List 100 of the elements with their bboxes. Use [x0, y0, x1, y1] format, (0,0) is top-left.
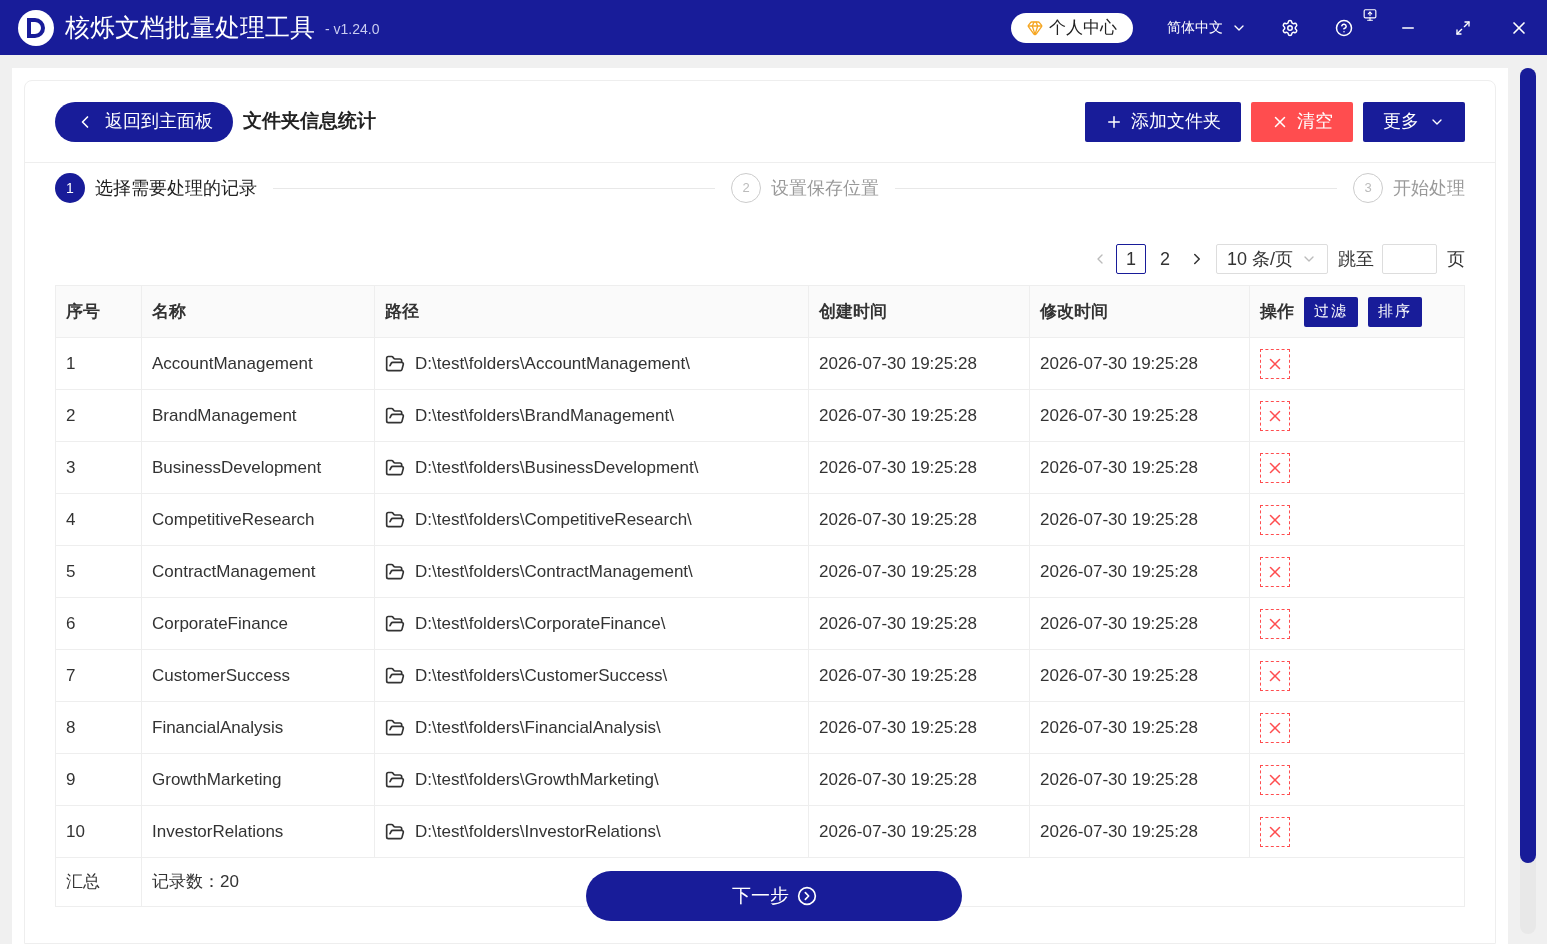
page-number[interactable]: 1 — [1116, 244, 1146, 274]
app-title: 核烁文档批量处理工具 — [65, 11, 315, 43]
table-cell-text: D:\test\folders\InvestorRelations\ — [415, 820, 661, 843]
delete-button[interactable] — [1260, 660, 1290, 691]
folder-icon — [385, 769, 405, 790]
back-button[interactable]: 返回到主面板 — [55, 101, 233, 142]
table-cell-text: 2026-07-30 19:25:28 — [1040, 612, 1198, 635]
table-cell-text: ContractManagement — [152, 560, 316, 583]
table-cell-text: D:\test\folders\AccountManagement\ — [415, 352, 690, 375]
app-version: - v1.24.0 — [325, 20, 380, 39]
app-logo-icon — [18, 9, 54, 46]
delete-button[interactable] — [1260, 504, 1290, 535]
delete-button[interactable] — [1260, 816, 1290, 847]
page-title: 文件夹信息统计 — [243, 109, 376, 134]
table-cell-text: 2026-07-30 19:25:28 — [1040, 508, 1198, 531]
table-cell-text: 2026-07-30 19:25:28 — [819, 560, 977, 583]
table-cell-text: D:\test\folders\ContractManagement\ — [415, 560, 693, 583]
table-cell-text: 2026-07-30 19:25:28 — [1040, 560, 1198, 583]
table-cell-text: 2026-07-30 19:25:28 — [1040, 456, 1198, 479]
more-button[interactable]: 更多 — [1363, 101, 1465, 142]
delete-button[interactable] — [1260, 452, 1290, 483]
table-cell-text: BusinessDevelopment — [152, 456, 322, 479]
table-cell-text: FinancialAnalysis — [152, 716, 284, 739]
maximize-icon[interactable] — [1455, 19, 1471, 36]
page-size-select[interactable]: 10 条/页 — [1216, 244, 1328, 274]
header-action-button[interactable]: 过滤 — [1304, 296, 1358, 327]
column-header: 创建时间 — [819, 300, 887, 323]
step-label: 设置保存位置 — [771, 176, 879, 200]
table-cell-text: 2026-07-30 19:25:28 — [1040, 716, 1198, 739]
table-cell-text: 2026-07-30 19:25:28 — [1040, 352, 1198, 375]
table-cell-text: CompetitiveResearch — [152, 508, 315, 531]
table-cell-text: D:\test\folders\CustomerSuccess\ — [415, 664, 668, 687]
table-cell-text: 10 — [66, 820, 85, 843]
screen-icon[interactable] — [1363, 7, 1377, 22]
table-cell-text: 2026-07-30 19:25:28 — [819, 456, 977, 479]
delete-button[interactable] — [1260, 400, 1290, 431]
table-cell-text: 2 — [66, 404, 76, 427]
jump-label: 跳至 — [1338, 247, 1374, 271]
folder-icon — [385, 457, 405, 478]
gem-icon — [1027, 19, 1043, 36]
table-cell-text: 2026-07-30 19:25:28 — [1040, 768, 1198, 791]
table-cell-text: InvestorRelations — [152, 820, 284, 843]
delete-button[interactable] — [1260, 556, 1290, 587]
folder-icon — [385, 665, 405, 686]
add-folder-button[interactable]: 添加文件夹 — [1085, 101, 1241, 142]
delete-button[interactable] — [1260, 712, 1290, 743]
table-cell-text: 1 — [66, 352, 76, 375]
folder-icon — [385, 509, 405, 530]
folder-icon — [385, 717, 405, 738]
delete-button[interactable] — [1260, 348, 1290, 379]
next-step-button[interactable]: 下一步 — [586, 871, 962, 921]
column-header: 修改时间 — [1040, 300, 1108, 323]
table-cell-text: 3 — [66, 456, 76, 479]
table-cell-text: 2026-07-30 19:25:28 — [819, 404, 977, 427]
arrow-circle-icon — [796, 886, 817, 906]
table-cell-text: 2026-07-30 19:25:28 — [819, 664, 977, 687]
table-cell-text: D:\test\folders\GrowthMarketing\ — [415, 768, 659, 791]
table-cell-text: CustomerSuccess — [152, 664, 290, 687]
jump-page-field[interactable] — [1382, 244, 1437, 274]
table-cell-text: D:\test\folders\BrandManagement\ — [415, 404, 674, 427]
language-select[interactable]: 简体中文 — [1167, 17, 1247, 38]
table-cell-text: 8 — [66, 716, 76, 739]
table-cell-text: AccountManagement — [152, 352, 313, 375]
table-cell-text: 2026-07-30 19:25:28 — [1040, 820, 1198, 843]
step-label: 开始处理 — [1393, 176, 1465, 200]
settings-icon[interactable] — [1281, 18, 1299, 37]
table-cell-text: 2026-07-30 19:25:28 — [819, 612, 977, 635]
help-icon[interactable] — [1335, 18, 1353, 37]
user-center-button[interactable]: 个人中心 — [1011, 12, 1133, 43]
folder-icon — [385, 353, 405, 374]
column-header: 路径 — [385, 300, 419, 323]
table-cell-text: 5 — [66, 560, 76, 583]
header-action-button[interactable]: 排序 — [1368, 296, 1422, 327]
table-cell-text: 2026-07-30 19:25:28 — [819, 716, 977, 739]
table-cell-text: 2026-07-30 19:25:28 — [1040, 664, 1198, 687]
column-header: 名称 — [152, 300, 186, 323]
table-cell-text: CorporateFinance — [152, 612, 289, 635]
table-cell-text: GrowthMarketing — [152, 768, 282, 791]
table-cell-text: D:\test\folders\FinancialAnalysis\ — [415, 716, 661, 739]
table-cell-text: 7 — [66, 664, 76, 687]
summary-label: 汇总 — [66, 871, 100, 894]
folder-icon — [385, 821, 405, 842]
record-count: 记录数：20 — [152, 871, 239, 894]
table-cell-text: 2026-07-30 19:25:28 — [819, 352, 977, 375]
table-cell-text: 6 — [66, 612, 76, 635]
table-cell-text: 9 — [66, 768, 76, 791]
page-suffix: 页 — [1447, 247, 1465, 271]
table-cell-text: 2026-07-30 19:25:28 — [819, 508, 977, 531]
table-cell-text: 4 — [66, 508, 76, 531]
table-cell-text: D:\test\folders\BusinessDevelopment\ — [415, 456, 699, 479]
delete-button[interactable] — [1260, 764, 1290, 795]
step-label: 选择需要处理的记录 — [95, 176, 257, 200]
folder-icon — [385, 613, 405, 634]
page-number[interactable]: 2 — [1150, 244, 1180, 274]
delete-button[interactable] — [1260, 608, 1290, 639]
step-number: 1 — [55, 173, 85, 203]
table-cell-text: D:\test\folders\CompetitiveResearch\ — [415, 508, 692, 531]
table-cell-text: 2026-07-30 19:25:28 — [1040, 404, 1198, 427]
folder-icon — [385, 405, 405, 426]
table-cell-text: D:\test\folders\CorporateFinance\ — [415, 612, 666, 635]
